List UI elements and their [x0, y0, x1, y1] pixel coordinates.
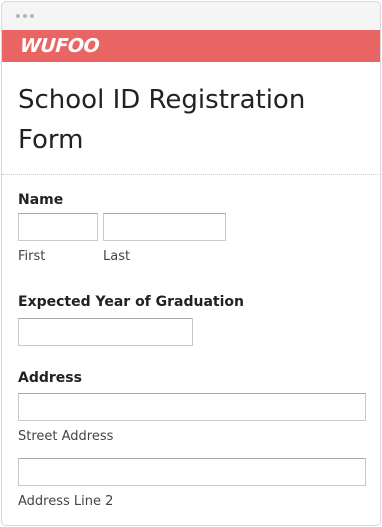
brand-header: WUFOO [2, 30, 380, 62]
form-content: School ID Registration Form Name First L… [2, 80, 380, 509]
name-inputs [18, 213, 364, 241]
graduation-year-label: Expected Year of Graduation [18, 294, 245, 310]
address-line2-input[interactable] [18, 458, 366, 486]
form-preview-window: WUFOO School ID Registration Form Name F… [1, 1, 381, 526]
window-dots-icon [16, 14, 34, 18]
name-label: Name [18, 192, 64, 208]
last-name-input[interactable] [103, 213, 226, 241]
last-sublabel: Last [103, 249, 131, 264]
dot-icon [30, 14, 34, 18]
form-title: School ID Registration Form [18, 85, 306, 155]
first-sublabel: First [18, 249, 46, 264]
dot-icon [23, 14, 27, 18]
address-line2-sublabel: Address Line 2 [18, 494, 114, 509]
graduation-year-input[interactable] [18, 318, 193, 346]
street-address-input[interactable] [18, 393, 366, 421]
first-name-input[interactable] [18, 213, 98, 241]
wufoo-logo: WUFOO [19, 35, 100, 57]
window-chrome [2, 2, 380, 30]
address-label: Address [18, 370, 82, 386]
street-address-sublabel: Street Address [18, 429, 114, 444]
title-divider [2, 174, 380, 175]
dot-icon [16, 14, 20, 18]
